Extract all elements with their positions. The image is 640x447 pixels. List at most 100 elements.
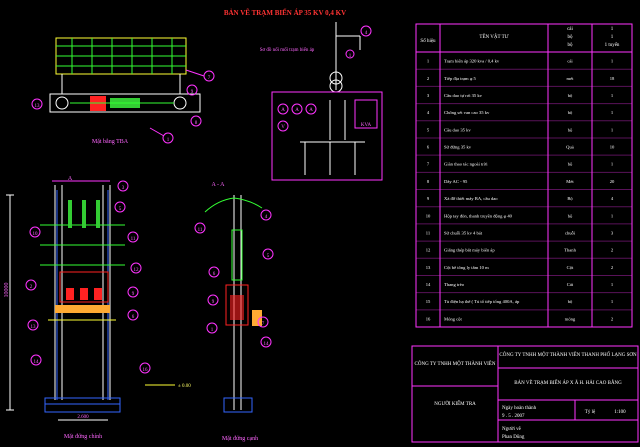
single-line-schematic: Sơ đồ nối mối trạm biến áp 4 1 A A A V K…: [260, 22, 383, 181]
section-marker-side: A - A: [211, 182, 225, 188]
svg-text:1: 1: [167, 138, 170, 143]
row-unit: bộ: [568, 110, 573, 115]
date-value: 9 . 5 . 2007: [502, 414, 525, 419]
front-view-label: Mặt đứng chính: [64, 434, 102, 440]
row-name: Sứ đứng 35 kv: [444, 145, 472, 150]
drawer-name: Phan Dũng: [502, 435, 525, 440]
row-unit: bộ: [568, 162, 573, 167]
row-no: 15: [426, 299, 431, 304]
header-no: Số hiệu: [420, 39, 436, 44]
row-qty: 2: [611, 265, 614, 270]
svg-text:bộ: bộ: [568, 35, 574, 40]
row-qty: 1: [611, 59, 614, 64]
row-unit: Mét: [566, 179, 574, 184]
svg-text:A: A: [295, 108, 299, 113]
row-name: Thang trèo: [444, 282, 465, 287]
svg-text:8: 8: [195, 121, 198, 126]
schematic-note: Sơ đồ nối mối trạm biến áp: [260, 48, 315, 53]
dim-ground: ± 0.00: [178, 384, 191, 389]
top-plan-view: 7 9 8 1 13 Mặt bằng TBA: [31, 37, 215, 145]
svg-text:5: 5: [119, 207, 122, 212]
svg-text:A: A: [309, 108, 313, 113]
row-name: Tiếp địa trạm φ 5: [444, 76, 477, 81]
row-no: 10: [426, 213, 431, 218]
svg-text:13: 13: [31, 325, 37, 330]
top-plan-label: Mặt bằng TBA: [92, 138, 129, 145]
svg-text:3: 3: [122, 186, 125, 191]
svg-text:1: 1: [611, 27, 614, 32]
drawing-title: BẢN VẼ TRẠM BIẾN ÁP 35 KV 0,4 KV: [224, 9, 346, 17]
dim-height: 10000: [4, 283, 10, 298]
svg-text:16: 16: [143, 368, 149, 373]
svg-text:13: 13: [35, 104, 41, 109]
row-no: 7: [427, 162, 430, 167]
row-name: Giàn thao tác ngoài trời: [444, 162, 488, 167]
row-no: 6: [427, 145, 430, 150]
cad-drawing-window: BẢN VẼ TRẠM BIẾN ÁP 35 KV 0,4 KV 7 9 8 1…: [0, 0, 640, 447]
header-name: TÊN VẬT TƯ: [479, 34, 508, 40]
side-view-label: Mặt đứng cạnh: [222, 436, 258, 442]
row-name: Hộp tay đòn, thanh truyền động φ 40: [444, 213, 513, 219]
row-no: 13: [426, 265, 431, 270]
svg-text:1: 1: [211, 328, 214, 333]
row-qty: 4: [611, 196, 614, 201]
date-label: Ngày hoàn thành: [502, 406, 537, 411]
svg-text:12: 12: [134, 268, 140, 273]
row-name: Tủ điện hạ thế ( Tủ tổ tiếp tổng 400A, á…: [444, 299, 520, 305]
title-block: CÔNG TY TNHH MỘT THÀNH VIÊN CÔNG TY TNHH…: [411, 345, 639, 443]
row-unit: Bộ: [567, 196, 573, 201]
svg-text:5: 5: [267, 254, 270, 259]
scale-label: Tỷ lệ: [585, 410, 596, 415]
row-no: 12: [426, 248, 431, 253]
row-qty: 1: [611, 110, 614, 115]
row-unit: bộ: [568, 213, 573, 218]
row-no: 4: [427, 110, 430, 115]
svg-text:4: 4: [265, 215, 268, 220]
row-name: Cầu dao tự rơi 35 kv: [444, 93, 483, 98]
kvar-label: KVA: [361, 123, 372, 128]
row-qty: 2: [611, 316, 614, 321]
svg-text:bộ: bộ: [568, 43, 574, 48]
checker-label: NGƯỜI KIỂM TRA: [434, 401, 476, 407]
row-name: Trạm biến áp 320 kva / 0,4 kv: [444, 59, 500, 65]
svg-text:V: V: [281, 125, 285, 130]
row-no: 5: [427, 127, 430, 132]
row-name: Giằng thép bắt máy biến áp: [444, 248, 495, 253]
row-no: 8: [427, 179, 430, 184]
dim-width: 2.600: [77, 415, 89, 420]
svg-text:14: 14: [264, 342, 270, 347]
row-unit: cái: [567, 59, 573, 64]
svg-text:4: 4: [365, 31, 368, 36]
svg-text:11: 11: [198, 228, 203, 233]
row-name: Chống sét van cao 35 kv: [444, 110, 490, 115]
row-name: Sứ chuỗi 35 kv 4 bát: [444, 230, 483, 235]
row-qty: 18: [610, 76, 615, 81]
svg-text:6: 6: [132, 315, 135, 320]
svg-text:10: 10: [33, 232, 39, 237]
front-elevation-view: A 10000 2.600 Mặt đứng chính 3 5 10 11 1…: [4, 176, 191, 440]
svg-text:2: 2: [30, 285, 33, 290]
row-unit: bộ: [568, 93, 573, 98]
row-unit: bộ: [568, 299, 573, 304]
row-qty: 1: [611, 162, 614, 167]
side-elevation-view: A - A Mặt đứng cạnh 11 4 5 6 9 7 1 14: [194, 182, 274, 442]
row-unit: bộ: [568, 127, 573, 132]
materials-table: Số hiệu TÊN VẬT TƯ cái bộ bộ 1 1 1 tuyến…: [415, 23, 633, 328]
row-unit: Cái: [567, 282, 574, 287]
drawer-label: Người vẽ: [502, 427, 522, 432]
row-unit: Quả: [566, 145, 574, 150]
company-left: CÔNG TY TNHH MỘT THÀNH VIÊN: [415, 361, 496, 367]
drawing-title-block: BẢN VẼ TRẠM BIẾN ÁP X Ã H. HẢI CAO BẰNG: [514, 379, 622, 386]
company-right: CÔNG TY TNHH MỘT THÀNH VIÊN THANH PHỐ LẠ…: [499, 352, 637, 358]
row-qty: 3: [611, 230, 614, 235]
svg-text:9: 9: [212, 300, 215, 305]
row-qty: 1: [611, 282, 614, 287]
row-qty: 1: [611, 299, 614, 304]
row-qty: 20: [610, 179, 615, 184]
row-unit: Thanh: [564, 248, 576, 253]
row-no: 3: [427, 93, 430, 98]
svg-text:1: 1: [611, 35, 614, 40]
row-name: Cột bê tông ly tâm 10 m: [444, 265, 489, 270]
svg-text:9: 9: [132, 292, 135, 297]
row-name: Dây AC - 95: [444, 179, 468, 184]
